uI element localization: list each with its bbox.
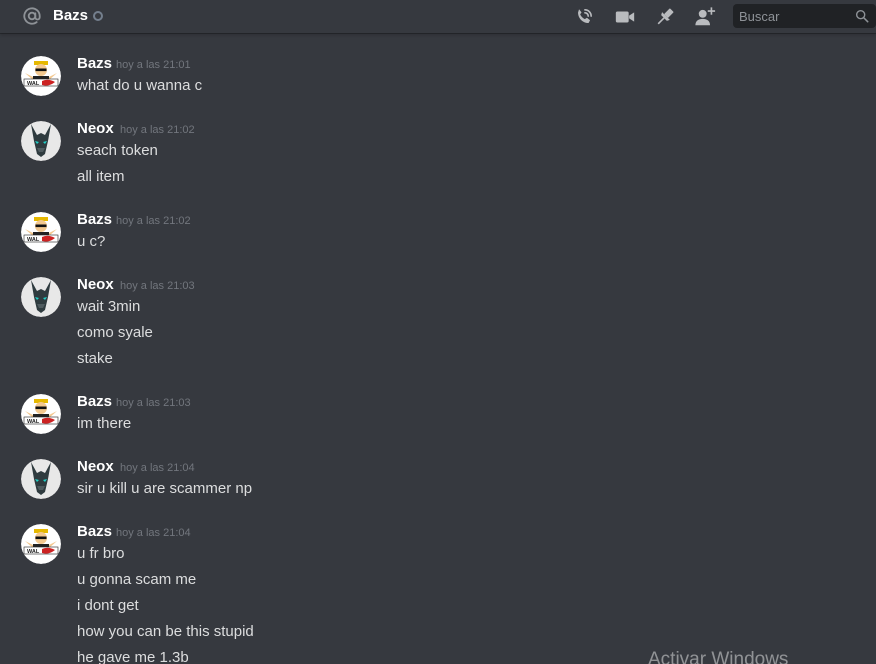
message-text: i dont get bbox=[77, 597, 139, 614]
timestamp: hoy a las 21:02 bbox=[120, 124, 195, 136]
message-text: what do u wanna c bbox=[77, 77, 203, 94]
message-text: stake bbox=[77, 350, 113, 367]
bazs-avatar[interactable]: WAL bbox=[21, 56, 61, 96]
message-text: all item bbox=[77, 168, 125, 185]
activate-windows-watermark: Activar Windows bbox=[648, 649, 789, 664]
svg-text:WAL: WAL bbox=[27, 549, 40, 555]
video-call-icon[interactable] bbox=[614, 6, 636, 28]
timestamp: hoy a las 21:04 bbox=[116, 527, 191, 539]
username[interactable]: Bazs bbox=[77, 55, 112, 72]
search-icon bbox=[855, 9, 869, 23]
username[interactable]: Neox bbox=[77, 120, 114, 137]
at-icon bbox=[23, 7, 41, 25]
message-text: im there bbox=[77, 415, 132, 432]
message-text: como syale bbox=[77, 324, 153, 341]
timestamp: hoy a las 21:03 bbox=[120, 280, 195, 292]
timestamp: hoy a las 21:03 bbox=[116, 397, 191, 409]
bazs-avatar[interactable]: WAL bbox=[21, 394, 61, 434]
neox-avatar[interactable] bbox=[21, 277, 61, 317]
svg-text:WAL: WAL bbox=[27, 81, 40, 87]
message-list[interactable]: WAL Bazs hoy a las 21:01 what do u wanna… bbox=[0, 33, 876, 664]
svg-text:WAL: WAL bbox=[27, 237, 40, 243]
message-text: sir u kill u are scammer np bbox=[77, 480, 253, 497]
search-input[interactable] bbox=[733, 4, 849, 28]
add-friend-icon[interactable] bbox=[694, 6, 716, 28]
neox-avatar[interactable] bbox=[21, 459, 61, 499]
search-bar[interactable] bbox=[733, 4, 876, 28]
bazs-avatar[interactable]: WAL bbox=[21, 212, 61, 252]
offline-status-icon bbox=[93, 11, 103, 21]
message-text: seach token bbox=[77, 142, 158, 159]
username[interactable]: Neox bbox=[77, 458, 114, 475]
message-text: u c? bbox=[77, 233, 106, 250]
username[interactable]: Bazs bbox=[77, 211, 112, 228]
message-text: how you can be this stupid bbox=[77, 623, 254, 640]
timestamp: hoy a las 21:02 bbox=[116, 215, 191, 227]
timestamp: hoy a las 21:04 bbox=[120, 462, 195, 474]
message-text: u fr bro bbox=[77, 545, 125, 562]
message-text: u gonna scam me bbox=[77, 571, 197, 588]
phone-call-icon[interactable] bbox=[573, 6, 595, 28]
svg-text:WAL: WAL bbox=[27, 419, 40, 425]
username[interactable]: Bazs bbox=[77, 393, 112, 410]
username[interactable]: Bazs bbox=[77, 523, 112, 540]
message-text: he gave me 1.3b bbox=[77, 649, 189, 664]
neox-avatar[interactable] bbox=[21, 121, 61, 161]
timestamp: hoy a las 21:01 bbox=[116, 59, 191, 71]
bazs-avatar[interactable]: WAL bbox=[21, 524, 61, 564]
dm-recipient-name: Bazs bbox=[53, 7, 89, 24]
pin-icon[interactable] bbox=[654, 6, 676, 28]
message-text: wait 3min bbox=[77, 298, 141, 315]
dm-chat-window: Bazs Buscar WAL Bazs hoy a las 21:01 wha… bbox=[0, 0, 876, 664]
username[interactable]: Neox bbox=[77, 276, 114, 293]
channel-header: Bazs bbox=[0, 0, 876, 33]
